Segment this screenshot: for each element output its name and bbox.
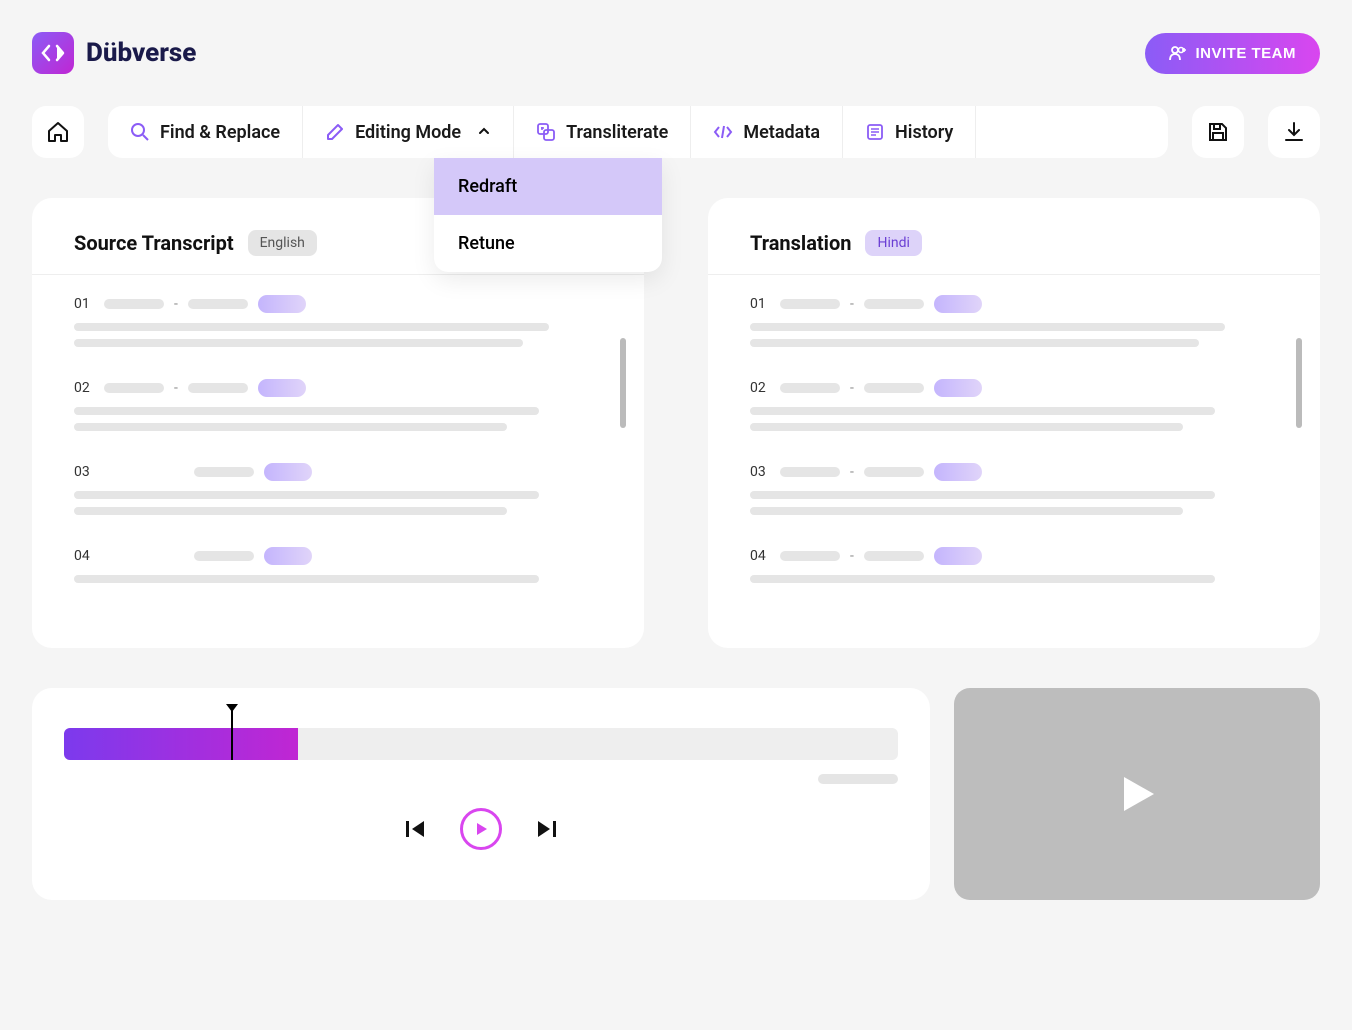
download-button[interactable] [1268,106,1320,158]
play-icon [1112,769,1162,819]
play-icon [473,821,489,837]
source-language-badge: English [248,230,317,256]
transliterate-icon [536,122,556,142]
chevron-up-icon [477,122,491,143]
source-title: Source Transcript [74,231,234,255]
save-icon [1206,120,1230,144]
transcript-row[interactable]: 03 [74,463,602,515]
find-replace-button[interactable]: Find & Replace [108,106,303,158]
toolbar: Find & Replace Editing Mode Transliterat… [108,106,1168,158]
play-button[interactable] [460,808,502,850]
brand-name: Dübverse [86,38,196,68]
translation-row[interactable]: 03- [750,463,1278,515]
invite-icon [1169,45,1187,61]
dropdown-item-retune[interactable]: Retune [434,215,662,272]
download-icon [1282,120,1306,144]
translation-row[interactable]: 01- [750,295,1278,347]
pen-icon [325,122,345,142]
timeline-panel [32,688,930,900]
scrollbar[interactable] [620,338,626,428]
scrollbar[interactable] [1296,338,1302,428]
translation-row[interactable]: 02- [750,379,1278,431]
home-icon [46,120,70,144]
translation-language-badge: Hindi [865,230,921,256]
logo-icon [32,32,74,74]
brand-logo[interactable]: Dübverse [32,32,196,74]
video-preview[interactable] [954,688,1320,900]
history-button[interactable]: History [843,106,976,158]
timeline-progress [64,728,298,760]
transcript-row[interactable]: 04 [74,547,602,583]
dropdown-item-redraft[interactable]: Redraft [434,158,662,215]
timeline-track[interactable] [64,728,898,760]
save-button[interactable] [1192,106,1244,158]
editing-mode-button[interactable]: Editing Mode [303,106,514,158]
translation-panel: Translation Hindi 01- 02- 03- 04- [708,198,1320,648]
playhead[interactable] [231,710,233,760]
transliterate-button[interactable]: Transliterate [514,106,691,158]
translation-title: Translation [750,231,851,255]
transcript-row[interactable]: 02- [74,379,602,431]
transcript-row[interactable]: 01- [74,295,602,347]
history-icon [865,122,885,142]
translation-row[interactable]: 04- [750,547,1278,583]
search-icon [130,122,150,142]
prev-button[interactable] [404,818,428,840]
editing-mode-dropdown: Redraft Retune [434,158,662,272]
next-button[interactable] [534,818,558,840]
invite-team-button[interactable]: INVITE TEAM [1145,33,1320,74]
code-icon [713,122,733,142]
home-button[interactable] [32,106,84,158]
metadata-button[interactable]: Metadata [691,106,843,158]
time-label [818,774,898,784]
